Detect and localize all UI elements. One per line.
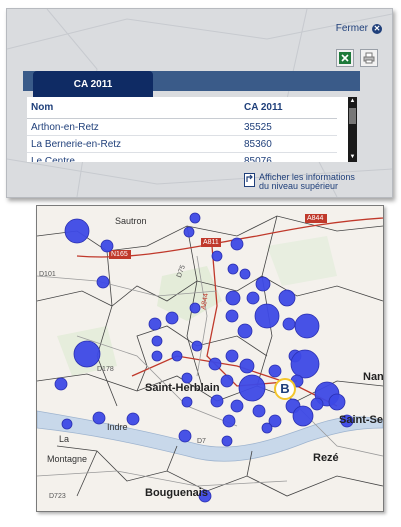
place-label-bouguenais: Bouguenais: [145, 487, 208, 499]
commune-bubble-marker[interactable]: [225, 309, 239, 323]
print-icon: [363, 52, 375, 64]
road-label-a844: A844: [307, 215, 324, 222]
cell-nom: La Bernerie-en-Retz: [27, 135, 240, 153]
commune-bubble-marker[interactable]: [282, 317, 296, 331]
table-row[interactable]: Le Centre 85076: [27, 152, 337, 162]
commune-bubble-marker[interactable]: [183, 226, 195, 238]
commune-bubble-marker[interactable]: [208, 357, 222, 371]
commune-bubble-marker[interactable]: [230, 399, 244, 413]
excel-icon: [339, 52, 351, 64]
commune-bubble-marker[interactable]: [310, 397, 324, 411]
print-button[interactable]: [360, 49, 378, 67]
commune-bubble-marker[interactable]: [261, 422, 273, 434]
results-table-container: Nom CA 2011 Arthon-en-Retz 35525 La Bern…: [27, 97, 357, 162]
results-table: Nom CA 2011 Arthon-en-Retz 35525 La Bern…: [27, 97, 337, 162]
commune-bubble-marker[interactable]: [61, 418, 73, 430]
commune-bubble-marker[interactable]: [268, 364, 282, 378]
upper-level-line-2: du niveau supérieur: [259, 181, 339, 191]
store-logo-icon[interactable]: B: [274, 378, 296, 400]
place-label-indre: Indre: [107, 422, 128, 432]
commune-bubble-marker[interactable]: [225, 290, 241, 306]
commune-bubble-marker[interactable]: [148, 317, 162, 331]
commune-bubble-marker[interactable]: [191, 340, 203, 352]
commune-bubble-marker[interactable]: [254, 303, 280, 329]
commune-bubble-marker[interactable]: [64, 218, 90, 244]
table-header-row: Nom CA 2011: [27, 97, 337, 119]
close-button[interactable]: Fermer ✕: [336, 23, 382, 34]
close-icon: ✕: [372, 23, 382, 34]
commune-bubble-marker[interactable]: [252, 404, 266, 418]
commune-bubble-marker[interactable]: [220, 374, 234, 388]
commune-bubble-marker[interactable]: [54, 377, 68, 391]
commune-bubble-marker[interactable]: [221, 435, 233, 447]
commune-bubble-marker[interactable]: [92, 411, 106, 425]
tab-ca-2011[interactable]: CA 2011: [33, 71, 153, 97]
commune-bubble-marker[interactable]: [96, 275, 110, 289]
road-label-d178: D178: [97, 366, 114, 373]
place-label-nantes: Nan: [363, 371, 384, 383]
place-label-reze: Rezé: [313, 452, 339, 464]
upper-level-link[interactable]: Afficher les informations du niveau supé…: [244, 173, 355, 191]
scroll-down-arrow-icon[interactable]: ▼: [348, 153, 357, 162]
road-label-a811: A811: [203, 239, 219, 246]
excel-export-button[interactable]: [336, 49, 354, 67]
commune-bubble-marker[interactable]: [151, 350, 163, 362]
commune-bubble-marker[interactable]: [151, 335, 163, 347]
commune-bubble-marker[interactable]: [126, 412, 140, 426]
map-view[interactable]: Sautron A844 A811 N165 D101 D75 A844 D17…: [36, 205, 384, 512]
map-base: [37, 212, 383, 503]
commune-bubble-marker[interactable]: [237, 323, 253, 339]
commune-bubble-marker[interactable]: [189, 212, 201, 224]
commune-bubble-marker[interactable]: [230, 237, 244, 251]
table-row[interactable]: Arthon-en-Retz 35525: [27, 118, 337, 136]
commune-bubble-marker[interactable]: [328, 393, 346, 411]
close-label: Fermer: [335, 23, 368, 34]
table-scrollbar[interactable]: ▲ ▼: [348, 97, 357, 162]
cell-ca: 35525: [240, 118, 337, 136]
column-header-nom[interactable]: Nom: [27, 97, 240, 119]
commune-bubble-marker[interactable]: [239, 268, 251, 280]
column-header-ca-2011[interactable]: CA 2011: [240, 97, 337, 119]
place-label-saint-sebastien: Saint-Se: [339, 414, 384, 426]
commune-bubble-marker[interactable]: [255, 276, 271, 292]
export-toolbar: [336, 49, 378, 67]
commune-bubble-marker[interactable]: [278, 289, 296, 307]
scroll-up-arrow-icon[interactable]: ▲: [348, 97, 357, 106]
commune-bubble-marker[interactable]: [239, 358, 255, 374]
commune-bubble-marker[interactable]: [294, 313, 320, 339]
road-label-d101: D101: [39, 271, 56, 278]
commune-bubble-marker[interactable]: [181, 396, 193, 408]
road-label-d7: D7: [197, 438, 206, 445]
commune-bubble-marker[interactable]: [171, 350, 183, 362]
cell-ca: 85076: [240, 152, 337, 162]
park-area: [267, 236, 337, 286]
level-up-icon: [244, 173, 255, 187]
commune-bubble-marker[interactable]: [238, 374, 266, 402]
commune-bubble-marker[interactable]: [292, 405, 314, 427]
commune-bubble-marker[interactable]: [290, 349, 320, 379]
info-popup: Fermer ✕ CA 2011 Nom CA 2011 Arthon-en-R…: [6, 8, 393, 198]
commune-bubble-marker[interactable]: [246, 291, 260, 305]
scroll-thumb[interactable]: [349, 108, 356, 124]
place-label-saint-herblain: Saint-Herblain: [145, 382, 220, 394]
place-label-montagne: Montagne: [47, 454, 88, 464]
place-label-la: La: [59, 434, 70, 444]
cell-nom: Arthon-en-Retz: [27, 118, 240, 136]
commune-bubble-marker[interactable]: [211, 250, 223, 262]
commune-bubble-marker[interactable]: [225, 349, 239, 363]
commune-bubble-marker[interactable]: [73, 340, 101, 368]
table-row[interactable]: La Bernerie-en-Retz 85360: [27, 135, 337, 153]
commune-bubble-marker[interactable]: [165, 311, 179, 325]
commune-bubble-marker[interactable]: [222, 414, 236, 428]
commune-bubble-marker[interactable]: [210, 394, 224, 408]
place-label-sautron: Sautron: [115, 216, 147, 226]
road-label-n165: N165: [111, 251, 128, 258]
commune-bubble-marker[interactable]: [189, 302, 201, 314]
commune-bubble-marker[interactable]: [227, 263, 239, 275]
cell-ca: 85360: [240, 135, 337, 153]
road-label-d723: D723: [49, 493, 66, 500]
upper-level-text: Afficher les informations du niveau supé…: [259, 173, 355, 191]
cell-nom: Le Centre: [27, 152, 240, 162]
commune-bubble-marker[interactable]: [178, 429, 192, 443]
